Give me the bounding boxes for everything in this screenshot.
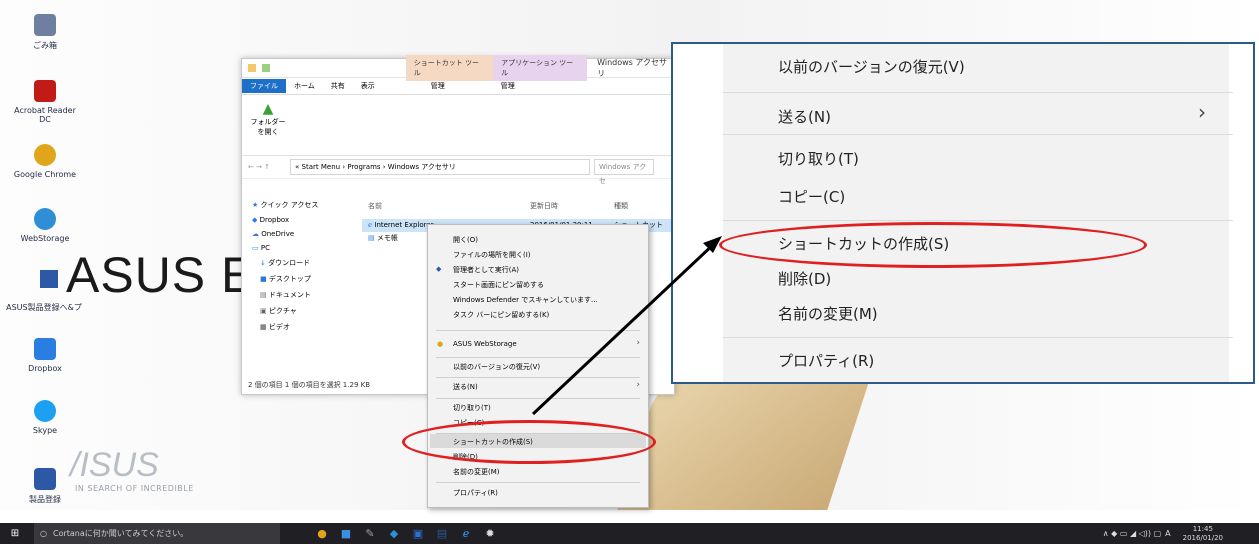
system-tray: ∧ ◆ ▭ ◢ ◁)) ▢ A 11:45 2016/01/20 — [1103, 525, 1223, 543]
start-button-icon[interactable]: ⊞ — [6, 528, 24, 539]
clock-date: 2016/01/20 — [1182, 533, 1223, 542]
cortana-search[interactable]: ○ Cortanaに何か聞いてみてください。 — [34, 523, 280, 544]
explorer-icon[interactable]: ■ — [334, 527, 358, 540]
cortana-icon: ○ — [40, 529, 47, 538]
taskbar: ⊞ ○ Cortanaに何か聞いてみてください。 ● ■ ✎ ◆ ▣ ▤ ℯ ✹… — [0, 523, 1259, 544]
clock-time: 11:45 — [1192, 524, 1213, 533]
pointer-arrow — [531, 236, 722, 416]
settings-gear-icon[interactable]: ✹ — [478, 527, 502, 540]
cortana-placeholder: Cortanaに何か聞いてみてください。 — [52, 529, 189, 538]
chrome-icon[interactable]: ● — [310, 527, 334, 540]
webstorage-icon[interactable]: ◆ — [382, 527, 406, 540]
clock[interactable]: 11:45 2016/01/20 — [1183, 525, 1223, 543]
tray-up-chevron-icon[interactable]: ∧ ◆ ▭ ◢ ◁)) ▢ — [1103, 529, 1161, 538]
word-icon[interactable]: ▤ — [430, 527, 454, 540]
ime-indicator[interactable]: A — [1165, 529, 1170, 538]
edge-icon[interactable]: ℯ — [454, 527, 478, 540]
tools-icon[interactable]: ✎ — [358, 527, 382, 540]
outlook-icon[interactable]: ▣ — [406, 527, 430, 540]
